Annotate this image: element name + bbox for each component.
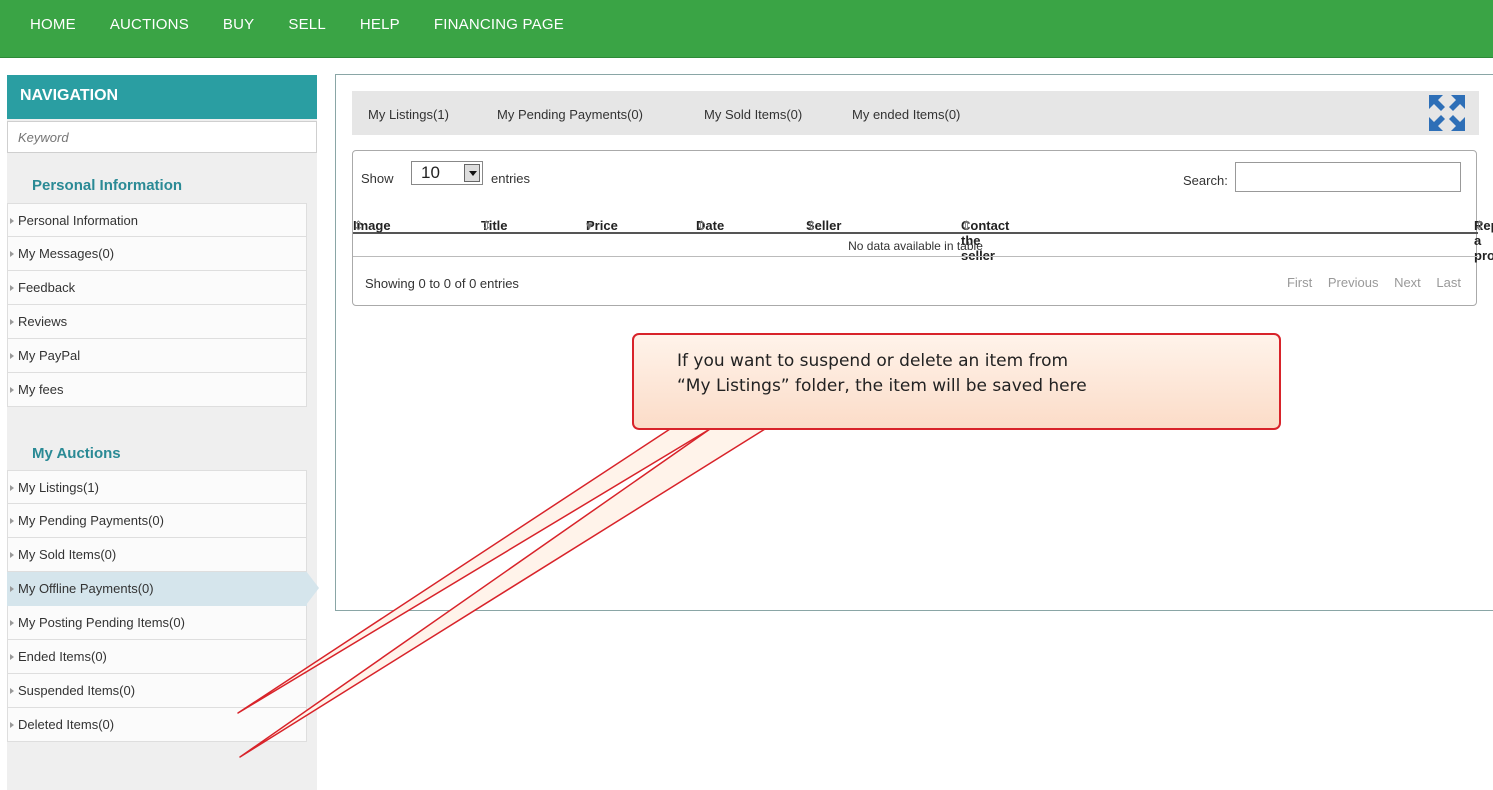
- tab-my-listings[interactable]: My Listings(1): [368, 107, 449, 122]
- sidebar-item-label: My Offline Payments(0): [18, 581, 154, 596]
- sidebar-item-label: Personal Information: [18, 213, 138, 228]
- personal-information-title: Personal Information: [32, 177, 183, 194]
- callout-line-1: If you want to suspend or delete an item…: [677, 351, 1069, 371]
- sidebar-item-label: My Pending Payments(0): [18, 513, 164, 528]
- sort-icon: ⇕: [481, 218, 492, 233]
- table-divider: [353, 256, 1478, 257]
- bullet-arrow-icon: [10, 319, 14, 325]
- my-auctions-list: My Listings(1) My Pending Payments(0) My…: [7, 470, 319, 742]
- sidebar-item-label: Feedback: [18, 280, 76, 295]
- sidebar-item-label: Ended Items(0): [18, 649, 107, 664]
- table-info: Showing 0 to 0 of 0 entries: [365, 276, 519, 291]
- pager-last[interactable]: Last: [1436, 275, 1461, 290]
- sort-icon: ⇕: [806, 218, 817, 233]
- page-size-select[interactable]: 10: [411, 161, 483, 185]
- bullet-arrow-icon: [10, 518, 14, 524]
- sidebar-item-label: My Messages(0): [18, 246, 115, 261]
- sort-icon: ⇕: [353, 218, 364, 233]
- my-auctions-title: My Auctions: [32, 445, 121, 462]
- chevron-down-icon[interactable]: [464, 164, 480, 182]
- bullet-arrow-icon: [10, 353, 14, 359]
- tab-my-sold-items[interactable]: My Sold Items(0): [704, 107, 802, 122]
- sort-icon: ⇕: [1474, 218, 1485, 233]
- nav-home[interactable]: HOME: [30, 16, 76, 33]
- sidebar-item-my-posting-pending-items[interactable]: My Posting Pending Items(0): [7, 606, 307, 640]
- nav-buy[interactable]: BUY: [223, 16, 254, 33]
- bullet-arrow-icon: [10, 251, 14, 257]
- sidebar-item-label: My fees: [18, 382, 64, 397]
- tab-bar: My Listings(1) My Pending Payments(0) My…: [352, 91, 1479, 135]
- sort-icon: ⇕: [696, 218, 707, 233]
- listings-table-container: Show 10 entries Search: Image ⇕ Title ⇕ …: [352, 150, 1493, 306]
- sidebar-item-my-pending-payments[interactable]: My Pending Payments(0): [7, 504, 307, 538]
- top-navigation: HOME AUCTIONS BUY SELL HELP FINANCING PA…: [0, 0, 1493, 58]
- bullet-arrow-icon: [10, 722, 14, 728]
- bullet-arrow-icon: [10, 620, 14, 626]
- sort-descending-icon: ▾: [586, 218, 593, 233]
- sidebar-item-my-fees[interactable]: My fees: [7, 373, 307, 407]
- sidebar-item-my-listings[interactable]: My Listings(1): [7, 470, 307, 504]
- bullet-arrow-icon: [10, 485, 14, 491]
- bullet-arrow-icon: [10, 285, 14, 291]
- bullet-arrow-icon: [10, 586, 14, 592]
- sidebar-item-label: Reviews: [18, 314, 68, 329]
- sidebar-item-label: Suspended Items(0): [18, 683, 136, 698]
- nav-help[interactable]: HELP: [360, 16, 400, 33]
- empty-table-message: No data available in table: [848, 239, 983, 253]
- annotation-callout: If you want to suspend or delete an item…: [632, 333, 1281, 430]
- pager-next[interactable]: Next: [1394, 275, 1421, 290]
- sidebar-item-my-sold-items[interactable]: My Sold Items(0): [7, 538, 307, 572]
- nav-financing-page[interactable]: FINANCING PAGE: [434, 16, 564, 33]
- sidebar-item-my-messages[interactable]: My Messages(0): [7, 237, 307, 271]
- callout-line-2: “My Listings” folder, the item will be s…: [677, 376, 1087, 396]
- fullscreen-expand-icon[interactable]: [1427, 93, 1467, 133]
- nav-auctions[interactable]: AUCTIONS: [110, 16, 189, 33]
- table-header: Image ⇕ Title ⇕ Price ▾ Date ⇕ Seller ⇕ …: [353, 210, 1493, 263]
- search-label: Search:: [1183, 173, 1228, 188]
- pager-previous[interactable]: Previous: [1328, 275, 1379, 290]
- navigation-header: NAVIGATION: [7, 75, 317, 119]
- nav-sell[interactable]: SELL: [288, 16, 326, 33]
- sidebar: NAVIGATION Personal Information Personal…: [7, 75, 319, 790]
- entries-label: entries: [491, 171, 531, 186]
- callout-text: If you want to suspend or delete an item…: [677, 349, 1087, 399]
- tab-my-ended-items[interactable]: My ended Items(0): [852, 107, 960, 122]
- page-size-value: 10: [421, 163, 440, 182]
- pagination: First Previous Next Last: [1275, 275, 1461, 290]
- table-search-input[interactable]: [1235, 162, 1461, 192]
- sidebar-item-reviews[interactable]: Reviews: [7, 305, 307, 339]
- sidebar-item-personal-information[interactable]: Personal Information: [7, 203, 307, 237]
- sidebar-item-my-offline-payments[interactable]: My Offline Payments(0): [7, 571, 319, 606]
- pager-first[interactable]: First: [1287, 275, 1312, 290]
- page: HOME AUCTIONS BUY SELL HELP FINANCING PA…: [0, 0, 1493, 790]
- sidebar-item-label: My Sold Items(0): [18, 547, 117, 562]
- sidebar-item-label: My PayPal: [18, 348, 81, 363]
- sidebar-item-label: Deleted Items(0): [18, 717, 115, 732]
- tab-my-pending-payments[interactable]: My Pending Payments(0): [497, 107, 643, 122]
- sidebar-item-feedback[interactable]: Feedback: [7, 271, 307, 305]
- bullet-arrow-icon: [10, 688, 14, 694]
- sidebar-item-deleted-items[interactable]: Deleted Items(0): [7, 708, 307, 742]
- bullet-arrow-icon: [10, 552, 14, 558]
- show-label: Show: [361, 171, 394, 186]
- keyword-search-input[interactable]: [7, 121, 317, 153]
- bullet-arrow-icon: [10, 218, 14, 224]
- personal-information-list: Personal Information My Messages(0) Feed…: [7, 203, 307, 407]
- sort-icon: ⇕: [961, 218, 972, 233]
- sidebar-item-suspended-items[interactable]: Suspended Items(0): [7, 674, 307, 708]
- bullet-arrow-icon: [10, 654, 14, 660]
- sidebar-item-ended-items[interactable]: Ended Items(0): [7, 640, 307, 674]
- bullet-arrow-icon: [10, 387, 14, 393]
- sidebar-item-label: My Listings(1): [18, 480, 99, 495]
- sidebar-item-label: My Posting Pending Items(0): [18, 615, 185, 630]
- sidebar-item-my-paypal[interactable]: My PayPal: [7, 339, 307, 373]
